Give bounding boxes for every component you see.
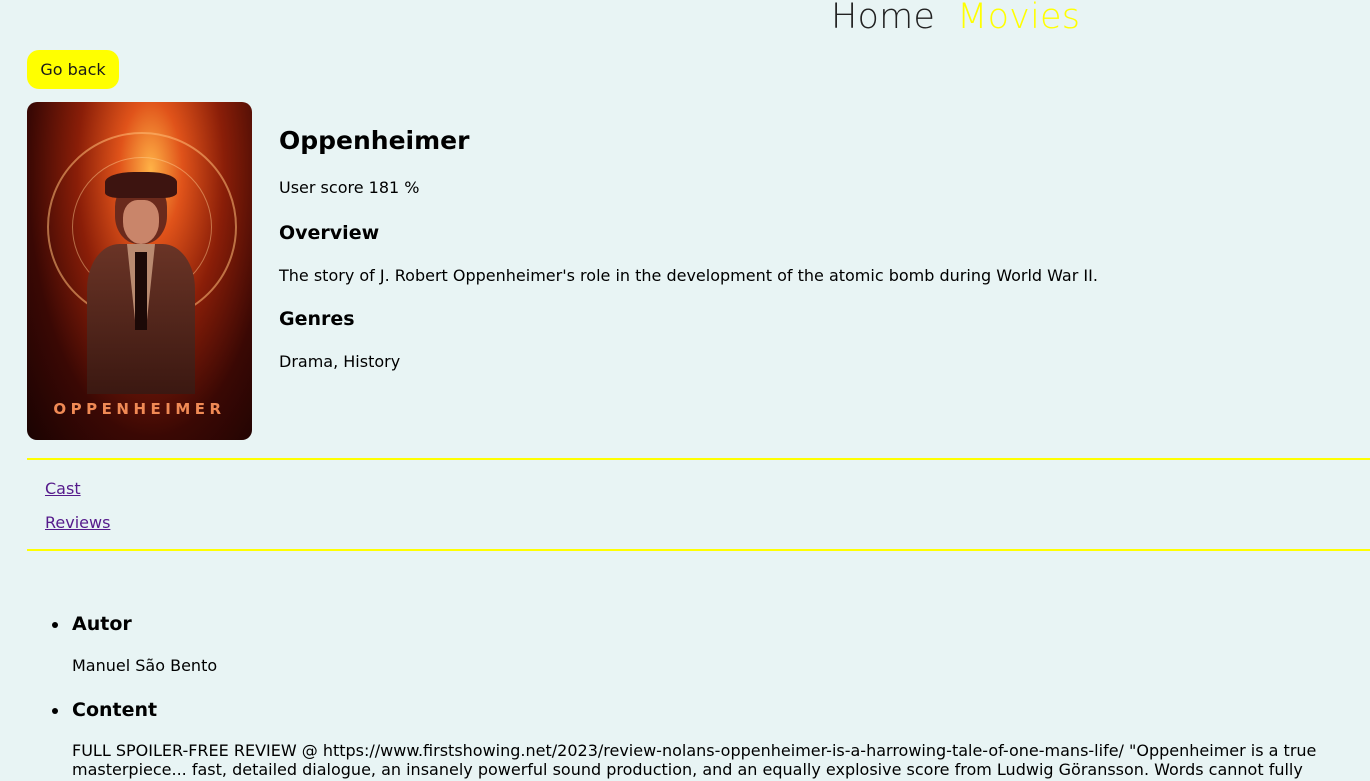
overview-heading: Overview <box>279 222 380 244</box>
poster-figure-face <box>123 200 159 244</box>
additional-info-links: Cast Reviews <box>45 478 110 534</box>
movie-info: Oppenheimer User score 181 % Overview Th… <box>279 125 1098 373</box>
poster-figure-tie <box>135 252 147 330</box>
poster-figure-hat <box>105 172 177 198</box>
go-back-button[interactable]: Go back <box>27 50 119 89</box>
genres-text: Drama, History <box>279 352 401 371</box>
review-content: FULL SPOILER-FREE REVIEW @ https://www.f… <box>72 741 1317 781</box>
genres-heading: Genres <box>279 308 355 330</box>
nav-movies-link[interactable]: Movies <box>957 0 1080 40</box>
nav-home-link[interactable]: Home <box>831 0 935 40</box>
movie-title: Oppenheimer <box>279 126 470 155</box>
main-nav: Home Movies <box>831 0 1080 40</box>
user-score: User score 181 % <box>279 178 420 197</box>
poster-title-text: OPPENHEIMER <box>53 400 226 418</box>
review-item: Autor Manuel São Bento Content FULL SPOI… <box>52 611 1370 781</box>
author-name: Manuel São Bento <box>72 656 218 675</box>
top-divider <box>27 458 1370 460</box>
bottom-divider <box>27 549 1370 551</box>
movie-poster: OPPENHEIMER <box>27 102 252 440</box>
author-label: Autor <box>52 611 1370 637</box>
overview-text: The story of J. Robert Oppenheimer's rol… <box>279 266 1098 285</box>
cast-link[interactable]: Cast <box>45 478 110 500</box>
content-label: Content <box>52 697 1370 723</box>
reviews-link[interactable]: Reviews <box>45 512 110 534</box>
